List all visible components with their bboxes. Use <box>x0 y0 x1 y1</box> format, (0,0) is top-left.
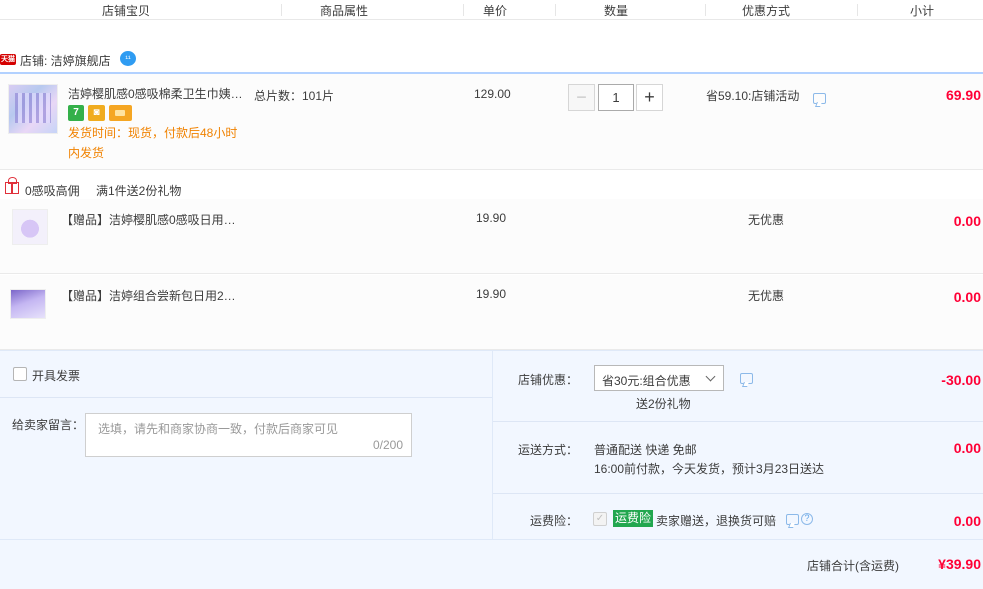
item-discount: 省59.10:店铺活动 <box>706 89 800 103</box>
gift-title[interactable]: 【赠品】洁婷樱肌感0感吸日用… <box>61 211 236 228</box>
header-divider <box>857 4 858 16</box>
product-title[interactable]: 洁婷樱肌感0感吸棉柔卫生巾姨… <box>68 85 246 102</box>
gift-discount: 无优惠 <box>748 213 785 227</box>
shop-total-label: 店铺合计(含运费) <box>807 559 899 573</box>
unit-price: 129.00 <box>474 87 511 101</box>
header-divider <box>463 4 464 16</box>
insurance-tag: 运费险 <box>613 510 654 527</box>
col-price-header: 单价 <box>483 4 508 18</box>
shop-discount-selected: 省30元:组合优惠 <box>602 374 691 388</box>
memo-label: 给卖家留言： <box>12 418 85 432</box>
shop-discount-note: 送2份礼物 <box>636 397 691 411</box>
col-item-header: 店铺宝贝 <box>102 4 151 18</box>
gift-item: 【赠品】洁婷樱肌感0感吸日用… 19.90 无优惠 0.00 <box>0 199 983 274</box>
gift-promo-name: 0感吸高佣 <box>25 184 80 198</box>
invoice-label[interactable]: 开具发票 <box>32 367 80 384</box>
gift-title[interactable]: 【赠品】洁婷组合尝新包日用2… <box>61 287 236 304</box>
invoice-checkbox[interactable] <box>13 367 27 381</box>
shop-discount-select[interactable]: 省30元:组合优惠 <box>594 365 724 391</box>
order-summary: 店铺优惠： 省30元:组合优惠 送2份礼物 -30.00 运送方式： 普通配送 … <box>492 350 983 539</box>
divider <box>493 493 983 494</box>
header-divider <box>281 4 282 16</box>
gift-thumbnail[interactable] <box>10 289 46 319</box>
col-attr-header: 商品属性 <box>320 4 369 18</box>
gift-promo-rule: 满1件送2份礼物 <box>96 184 182 198</box>
gift-subtotal: 0.00 <box>953 213 981 229</box>
shipping-amount: 0.00 <box>953 440 981 456</box>
header-divider <box>555 4 556 16</box>
credit-card-icon[interactable] <box>109 105 132 121</box>
shop-name[interactable]: 店铺: 洁婷旗舰店 <box>20 52 111 69</box>
message-icon[interactable] <box>786 514 799 525</box>
order-item: 洁婷樱肌感0感吸棉柔卫生巾姨… 7 ◙ 发货时间：现货，付款后48小时内发货 总… <box>0 74 983 170</box>
gift-price: 19.90 <box>476 211 507 225</box>
memo-char-counter: 0/200 <box>372 438 403 452</box>
shop-discount-label: 店铺优惠： <box>518 373 579 387</box>
gift-thumbnail[interactable] <box>12 209 48 245</box>
order-options: 开具发票 给卖家留言： 选填，请先和商家协商一致，付款后商家可见 0/200 店… <box>0 350 983 589</box>
shipping-eta: 16:00前付款，今天发货，预计3月23日送达 <box>594 462 825 476</box>
header-divider <box>705 4 706 16</box>
memo-placeholder: 选填，请先和商家协商一致，付款后商家可见 <box>98 422 339 436</box>
gift-item: 【赠品】洁婷组合尝新包日用2… 19.90 无优惠 0.00 <box>0 275 983 350</box>
message-icon[interactable] <box>740 373 753 384</box>
help-icon[interactable]: ? <box>801 513 813 525</box>
shipping-label: 运送方式： <box>518 443 579 457</box>
gift-discount: 无优惠 <box>748 289 785 303</box>
tmall-logo: 天猫 <box>0 54 16 65</box>
insurance-checkbox[interactable]: ✓ <box>593 512 607 526</box>
insurance-amount: 0.00 <box>953 513 981 529</box>
product-attribute: 总片数：101片 <box>254 89 335 103</box>
chevron-down-icon <box>705 371 716 382</box>
col-discount-header: 优惠方式 <box>742 4 791 18</box>
wangwang-chat-icon[interactable]: ¹¹ <box>120 51 136 66</box>
quantity-input[interactable]: 1 <box>598 84 634 111</box>
gift-price: 19.90 <box>476 287 507 301</box>
buyer-options: 开具发票 给卖家留言： 选填，请先和商家协商一致，付款后商家可见 0/200 <box>0 350 492 539</box>
product-thumbnail[interactable] <box>8 84 58 134</box>
gift-subtotal: 0.00 <box>953 289 981 305</box>
col-qty-header: 数量 <box>604 4 629 18</box>
insurance-desc: 卖家赠送，退换货可赔 <box>656 514 777 528</box>
seller-memo-input[interactable]: 选填，请先和商家协商一致，付款后商家可见 0/200 <box>85 413 412 457</box>
qty-plus-button[interactable]: + <box>636 84 663 111</box>
divider <box>493 421 983 422</box>
shop-total-amount: ¥39.90 <box>938 556 981 572</box>
col-subtotal-header: 小计 <box>910 4 935 18</box>
qty-minus-button[interactable]: − <box>568 84 595 111</box>
shop-total-bar: 店铺合计(含运费) ¥39.90 <box>0 539 983 589</box>
guarantee-icon[interactable]: ◙ <box>88 105 105 121</box>
shop-discount-amount: -30.00 <box>941 372 981 388</box>
item-subtotal: 69.90 <box>945 87 981 103</box>
shipping-method: 普通配送 快递 免邮 <box>594 443 697 457</box>
shipping-time: 发货时间：现货，付款后48小时内发货 <box>68 126 238 160</box>
gift-icon <box>5 177 19 194</box>
message-icon[interactable] <box>813 93 826 104</box>
shop-row: 天猫 店铺: 洁婷旗舰店 ¹¹ <box>0 46 983 74</box>
divider <box>0 397 492 398</box>
insurance-label: 运费险： <box>530 514 579 528</box>
seven-day-return-icon[interactable]: 7 <box>68 105 84 121</box>
order-table-header: 店铺宝贝 商品属性 单价 数量 优惠方式 小计 <box>0 0 983 20</box>
